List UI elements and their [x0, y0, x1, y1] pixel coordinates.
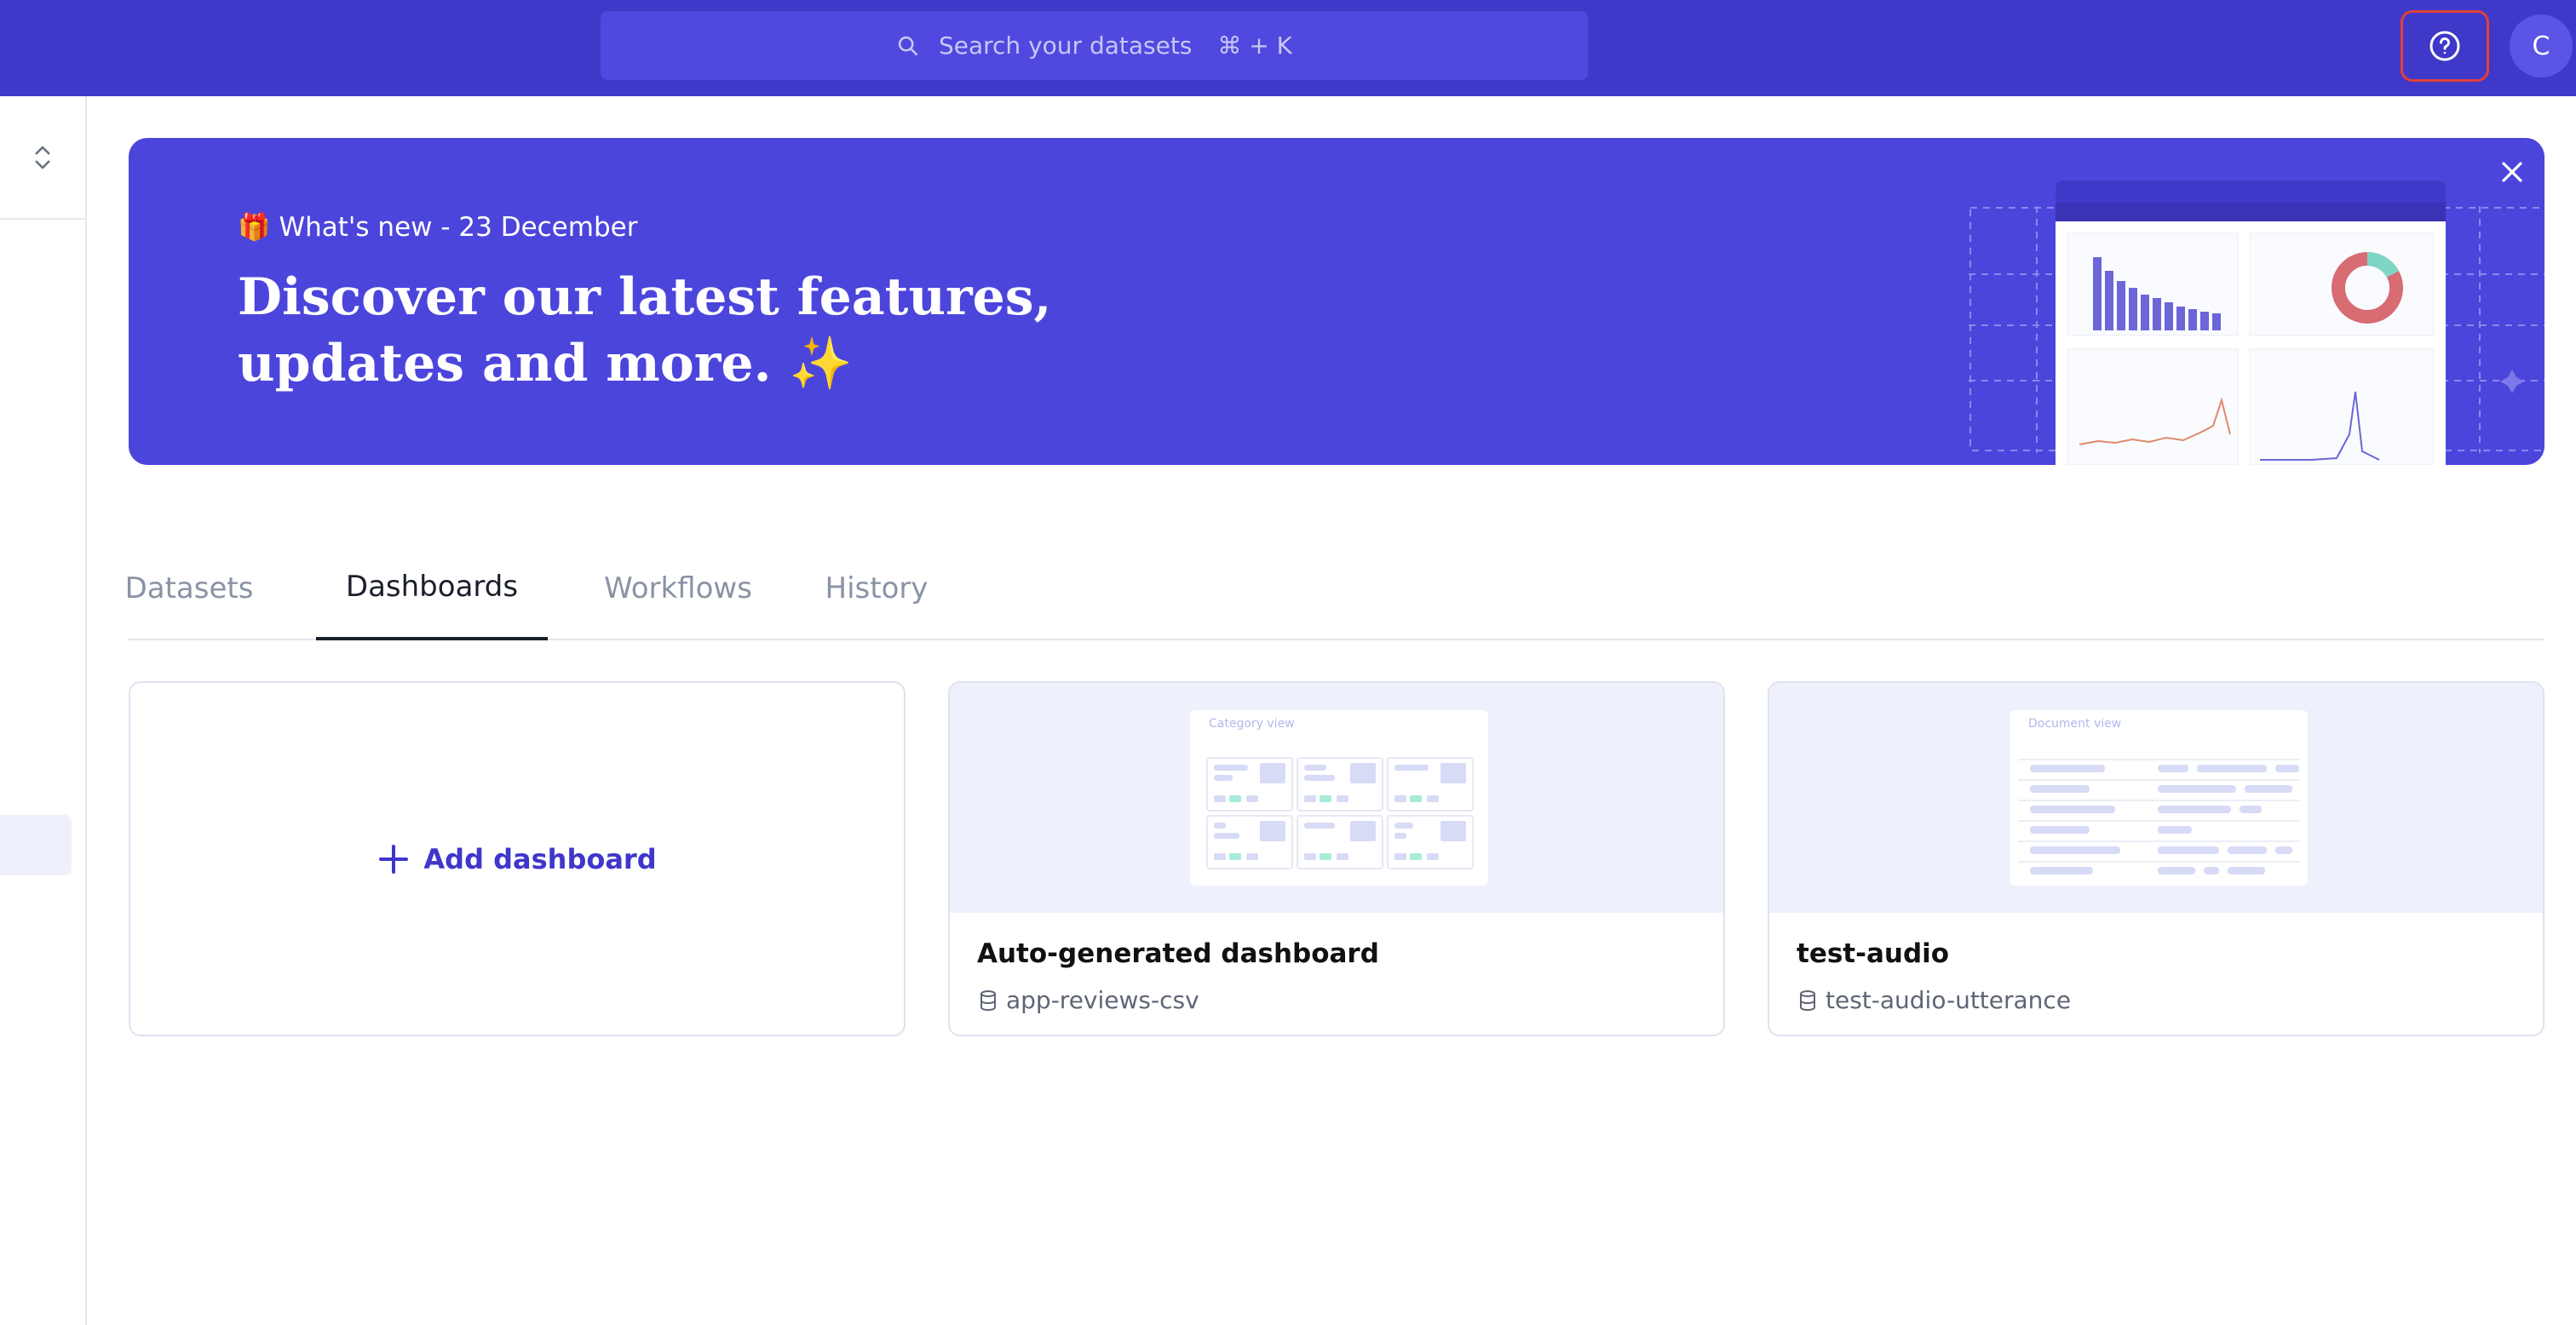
- question-circle-icon: [2429, 31, 2460, 61]
- chevron-up-down-icon: [35, 146, 50, 169]
- product-preview-image: [2056, 181, 2446, 465]
- dashboard-title: Auto-generated dashboard: [977, 938, 1379, 969]
- sidebar: [0, 96, 87, 1325]
- dataset-name: app-reviews-csv: [1006, 986, 1199, 1014]
- database-icon: [1800, 989, 1815, 1011]
- user-avatar[interactable]: C: [2510, 14, 2573, 77]
- tab-datasets[interactable]: Datasets: [125, 536, 254, 640]
- dashboard-card[interactable]: Document view test-audio test-audio-utte…: [1768, 681, 2544, 1036]
- whats-new-banner: 🎁 What's new - 23 December Discover our …: [129, 138, 2544, 465]
- dashboard-thumbnail: Category view: [950, 683, 1723, 913]
- dashboard-dataset: test-audio-utterance: [1798, 986, 2071, 1014]
- close-icon[interactable]: [2495, 155, 2529, 189]
- tab-workflows[interactable]: Workflows: [581, 536, 775, 640]
- database-icon: [980, 989, 996, 1011]
- dashboard-card[interactable]: Category view Auto-generated dashboard a…: [948, 681, 1725, 1036]
- dashboard-thumbnail: Document view: [1769, 683, 2543, 913]
- tab-history[interactable]: History: [791, 536, 962, 640]
- dataset-name: test-audio-utterance: [1826, 986, 2072, 1014]
- document-view-preview: Document view: [2010, 710, 2308, 886]
- add-dashboard-card[interactable]: Add dashboard: [129, 681, 906, 1036]
- banner-headline: Discover our latest features, updates an…: [238, 267, 1052, 393]
- plus-icon: [379, 844, 409, 874]
- sidebar-active-item[interactable]: [0, 815, 72, 875]
- preview-label: Category view: [1209, 717, 1295, 731]
- dashboard-dataset: app-reviews-csv: [979, 986, 1199, 1014]
- search-shortcut: ⌘ + K: [1217, 32, 1293, 60]
- banner-kicker: 🎁 What's new - 23 December: [238, 212, 638, 243]
- add-dashboard-label: Add dashboard: [423, 842, 657, 875]
- help-button[interactable]: [2401, 10, 2489, 82]
- preview-label: Document view: [2028, 717, 2122, 731]
- top-bar: Search your datasets ⌘ + K C: [0, 0, 2576, 96]
- dashboard-title: test-audio: [1797, 938, 1950, 969]
- search-bar[interactable]: Search your datasets ⌘ + K: [601, 11, 1588, 80]
- sidebar-toggle[interactable]: [0, 96, 85, 220]
- search-icon: [898, 36, 918, 55]
- search-placeholder: Search your datasets: [938, 32, 1193, 60]
- tab-dashboards[interactable]: Dashboards: [316, 536, 548, 640]
- tabs: Datasets Dashboards Workflows History: [125, 536, 2544, 640]
- category-view-preview: Category view: [1190, 710, 1488, 886]
